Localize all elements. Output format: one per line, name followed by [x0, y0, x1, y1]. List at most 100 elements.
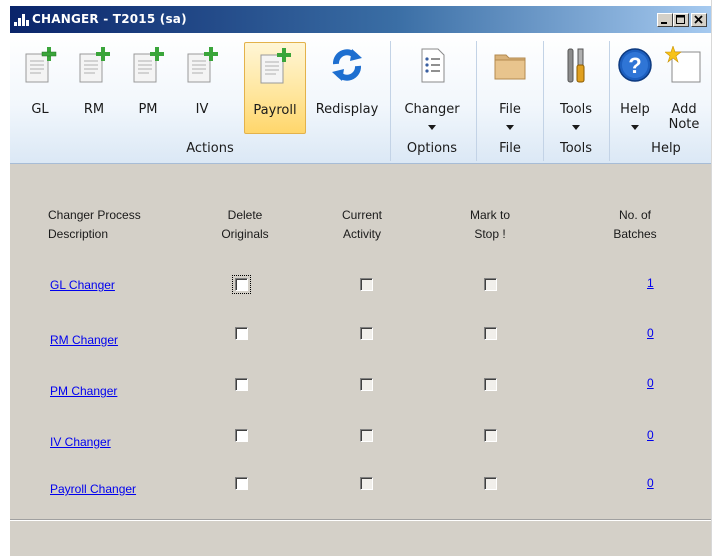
document-add-icon: [79, 47, 110, 83]
current-activity-checkbox: [360, 278, 373, 291]
ribbon-group-options: Options: [406, 141, 458, 156]
header-delete-originals: Delete Originals: [210, 206, 280, 244]
header-description: Changer Process Description: [48, 206, 141, 244]
status-bar-highlight: [10, 520, 711, 521]
batch-count-link[interactable]: 0: [647, 326, 654, 340]
rm-button-label: RM: [83, 102, 105, 117]
document-add-icon: [133, 47, 164, 83]
folder-icon: [494, 54, 526, 80]
payroll-changer-link[interactable]: Payroll Changer: [50, 482, 136, 496]
document-add-icon: [25, 47, 57, 83]
minimize-icon: [661, 22, 667, 24]
help-menu-label: Help: [620, 102, 650, 117]
gl-button-label: GL: [31, 102, 49, 117]
header-current-line2: Activity: [342, 227, 381, 241]
delete-originals-checkbox[interactable]: [235, 278, 248, 291]
ribbon-separator: [609, 41, 610, 161]
header-mark-to-stop: Mark to Stop !: [455, 206, 525, 244]
batch-count-link[interactable]: 0: [647, 428, 654, 442]
rm-changer-link[interactable]: RM Changer: [50, 333, 118, 347]
mark-to-stop-checkbox[interactable]: [484, 477, 497, 490]
help-icon: ?: [618, 48, 652, 82]
gl-button[interactable]: GL: [13, 42, 67, 134]
status-bar: [10, 519, 711, 556]
changer-menu-label: Changer: [404, 102, 460, 117]
iv-button[interactable]: IV: [175, 42, 229, 134]
delete-originals-checkbox[interactable]: [235, 378, 248, 391]
document-add-icon: [260, 48, 291, 84]
close-icon: [694, 15, 703, 24]
mark-to-stop-checkbox[interactable]: [484, 327, 497, 340]
payroll-button-label: Payroll: [253, 103, 297, 118]
ribbon-separator: [476, 41, 477, 161]
minimize-button[interactable]: [657, 13, 673, 27]
background-right-edge: [711, 0, 716, 556]
window-title: CHANGER - T2015 (sa): [32, 12, 187, 26]
header-delete-line1: Delete: [227, 208, 263, 222]
note-icon: [665, 46, 701, 83]
ribbon-separator: [390, 41, 391, 161]
rm-button[interactable]: RM: [67, 42, 121, 134]
ribbon-group-help: Help: [651, 141, 681, 156]
batch-count-link[interactable]: 1: [647, 276, 654, 290]
changer-menu-button[interactable]: Changer: [396, 42, 468, 134]
header-description-line2: Description: [48, 227, 109, 241]
document-add-icon: [187, 47, 218, 83]
mark-to-stop-checkbox[interactable]: [484, 278, 497, 291]
batch-count-link[interactable]: 0: [647, 476, 654, 490]
help-menu-button[interactable]: ? Help: [613, 42, 657, 134]
header-batches-line1: No. of: [618, 208, 651, 222]
header-no-of-batches: No. of Batches: [600, 206, 670, 244]
ribbon-group-actions: Actions: [186, 141, 234, 156]
add-note-label-line2: Note: [668, 117, 700, 132]
header-delete-line2: Originals: [221, 227, 269, 241]
ribbon-separator: [543, 41, 544, 161]
header-batches-line2: Batches: [613, 227, 657, 241]
chevron-down-icon: [572, 125, 580, 130]
ribbon-group-tools: Tools: [559, 141, 593, 156]
maximize-icon: [676, 15, 685, 24]
svg-text:?: ?: [628, 53, 641, 78]
header-description-line1: Changer Process: [48, 208, 141, 222]
add-note-label-line1: Add: [671, 102, 697, 117]
file-menu-label: File: [499, 102, 521, 117]
chevron-down-icon: [506, 125, 514, 130]
iv-button-label: IV: [195, 102, 209, 117]
payroll-button[interactable]: Payroll: [244, 42, 306, 134]
redisplay-button-label: Redisplay: [315, 102, 379, 117]
delete-originals-checkbox[interactable]: [235, 477, 248, 490]
pm-changer-link[interactable]: PM Changer: [50, 384, 117, 398]
ribbon-toolbar: GL RM PM IV Payroll Redisplay Changer Fi…: [10, 33, 711, 164]
current-activity-checkbox: [360, 327, 373, 340]
current-activity-checkbox: [360, 477, 373, 490]
iv-changer-link[interactable]: IV Changer: [50, 435, 111, 449]
options-list-icon: [421, 48, 445, 83]
tools-menu-label: Tools: [559, 102, 593, 117]
background-left-edge: [0, 0, 10, 556]
chevron-down-icon: [631, 125, 639, 130]
title-bar[interactable]: CHANGER - T2015 (sa): [10, 6, 711, 33]
maximize-button[interactable]: [673, 13, 689, 27]
app-logo-icon: [14, 14, 29, 26]
tools-menu-button[interactable]: Tools: [548, 42, 604, 134]
close-button[interactable]: [691, 13, 707, 27]
redisplay-button[interactable]: Redisplay: [308, 42, 386, 134]
delete-originals-checkbox[interactable]: [235, 327, 248, 340]
header-current-line1: Current: [341, 208, 382, 222]
changer-window: CHANGER - T2015 (sa) GL RM PM IV Payroll…: [10, 6, 711, 556]
tools-icon: [567, 48, 585, 83]
file-menu-button[interactable]: File: [482, 42, 538, 134]
pm-button-label: PM: [138, 102, 158, 117]
header-mark-line1: Mark to: [469, 208, 510, 222]
changer-form: Changer Process Description Delete Origi…: [10, 164, 711, 519]
batch-count-link[interactable]: 0: [647, 376, 654, 390]
refresh-icon: [332, 49, 362, 81]
mark-to-stop-checkbox[interactable]: [484, 378, 497, 391]
mark-to-stop-checkbox[interactable]: [484, 429, 497, 442]
gl-changer-link[interactable]: GL Changer: [50, 278, 115, 292]
pm-button[interactable]: PM: [121, 42, 175, 134]
add-note-button[interactable]: Add Note: [658, 42, 710, 134]
delete-originals-checkbox[interactable]: [235, 429, 248, 442]
current-activity-checkbox: [360, 429, 373, 442]
chevron-down-icon: [428, 125, 436, 130]
